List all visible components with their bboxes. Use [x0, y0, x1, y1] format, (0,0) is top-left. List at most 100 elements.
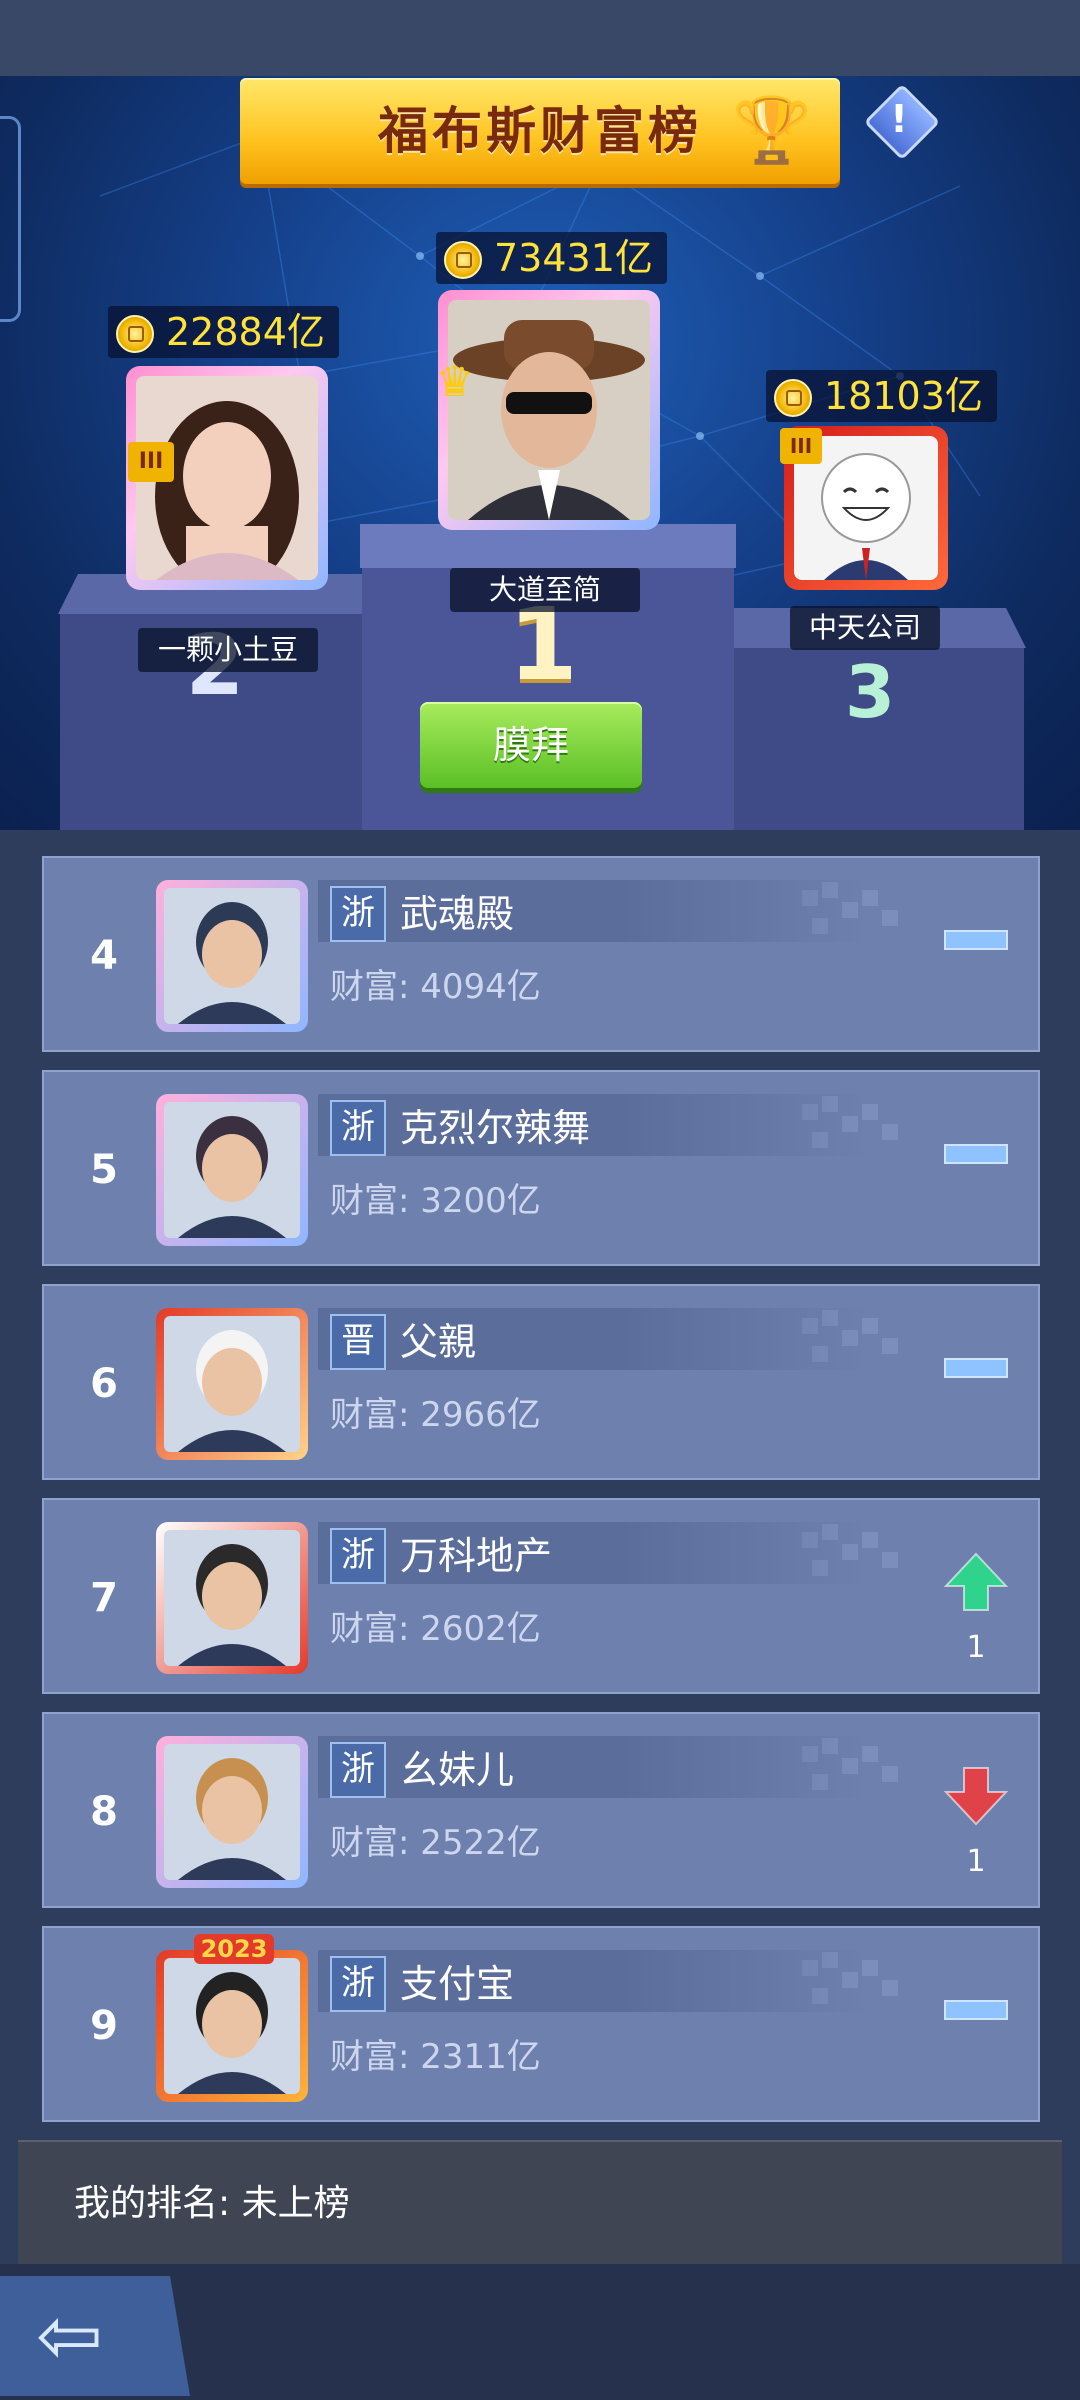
rank-number: 9: [90, 2003, 118, 2049]
leaderboard-row[interactable]: 6 晋 父親 财富: 2966亿: [42, 1284, 1040, 1480]
coin-icon: [774, 379, 812, 417]
avatar-image: [164, 1530, 300, 1666]
player-wealth: 财富: 4094亿: [330, 962, 541, 1012]
wealth-value: 3200亿: [420, 1181, 541, 1221]
crown-icon: ♛: [436, 357, 474, 406]
podium-stage: 福布斯财富榜 🏆 ! 2 3 1 22884亿 III 一颗小土豆: [0, 76, 1080, 830]
info-button[interactable]: !: [863, 83, 941, 161]
province-badge: 晋: [330, 1314, 386, 1370]
player-avatar[interactable]: [156, 1094, 308, 1246]
wealth-label: 财富:: [330, 2037, 410, 2077]
player-avatar[interactable]: [156, 1736, 308, 1888]
player-name: 武魂殿: [400, 892, 515, 936]
rank-number: 5: [90, 1147, 118, 1193]
my-rank-text: 我的排名: 未上榜: [74, 2183, 350, 2224]
player-avatar[interactable]: [156, 880, 308, 1032]
podium-3-crown-badge: III: [780, 428, 822, 464]
back-arrow-icon: ⇦: [36, 2289, 104, 2382]
player-wealth: 财富: 2522亿: [330, 1818, 541, 1868]
side-tab[interactable]: [0, 116, 21, 322]
podium-2-name: 一颗小土豆: [138, 628, 318, 672]
player-name: 克烈尔辣舞: [400, 1106, 591, 1150]
podium-2-wealth: 22884亿: [166, 310, 325, 354]
player-wealth: 财富: 3200亿: [330, 1176, 541, 1226]
coin-icon: [116, 315, 154, 353]
player-wealth: 财富: 2966亿: [330, 1390, 541, 1440]
leaderboard-row[interactable]: 7 浙 万科地产 财富: 2602亿 1: [42, 1498, 1040, 1694]
back-button[interactable]: ⇦: [0, 2276, 190, 2396]
rank-up-arrow-icon: [944, 1552, 1008, 1611]
no-change-icon: [944, 930, 1008, 950]
province-badge: 浙: [330, 1742, 386, 1798]
rank-number: 8: [90, 1789, 118, 1835]
rank-trend: [944, 1928, 1014, 2124]
wealth-pill-2: 22884亿: [108, 306, 339, 358]
top-bar: [0, 0, 1080, 79]
wealth-label: 财富:: [330, 1609, 410, 1649]
wealth-value: 2522亿: [420, 1823, 541, 1863]
my-rank-bar: 我的排名: 未上榜: [18, 2140, 1062, 2266]
leaderboard-row[interactable]: 9 浙 支付宝 财富: 2311亿 2023: [42, 1926, 1040, 2122]
avatar-image: [164, 888, 300, 1024]
wealth-value: 4094亿: [420, 967, 541, 1007]
province-badge: 浙: [330, 1100, 386, 1156]
wealth-label: 财富:: [330, 1395, 410, 1435]
trophy-icon: 🏆: [732, 94, 812, 168]
wealth-label: 财富:: [330, 967, 410, 1007]
leaderboard-list: 4 浙 武魂殿 财富: 4094亿 5 浙 克烈尔辣舞 财富: 3200亿 6 …: [0, 830, 1080, 2140]
rank-number: 6: [90, 1361, 118, 1407]
podium-2-crown-badge: III: [128, 442, 174, 482]
player-name: 幺妹儿: [400, 1748, 515, 1792]
player-wealth: 财富: 2311亿: [330, 2032, 541, 2082]
rank-trend: 1: [944, 1714, 1014, 1910]
rank-trend: [944, 1072, 1014, 1268]
rank-down-arrow-icon: [944, 1767, 1008, 1826]
rank-change-count: 1: [966, 1630, 986, 1665]
player-avatar[interactable]: [156, 1950, 308, 2102]
province-badge: 浙: [330, 1528, 386, 1584]
avatar-image: [164, 1316, 300, 1452]
podium-3-rank: 3: [844, 650, 896, 734]
podium-3-name: 中天公司: [790, 606, 940, 650]
player-name: 万科地产: [400, 1534, 553, 1578]
player-name: 支付宝: [400, 1962, 515, 2006]
player-name: 父親: [400, 1320, 477, 1364]
title-banner: 福布斯财富榜 🏆: [240, 78, 840, 184]
province-badge: 浙: [330, 886, 386, 942]
leaderboard-row[interactable]: 8 浙 幺妹儿 财富: 2522亿 1: [42, 1712, 1040, 1908]
wealth-value: 2966亿: [420, 1395, 541, 1435]
player-avatar[interactable]: [156, 1522, 308, 1674]
wealth-label: 财富:: [330, 1181, 410, 1221]
wealth-pill-3: 18103亿: [766, 370, 997, 422]
avatar-image: [448, 300, 650, 520]
bottom-bar: ⇦: [0, 2264, 1080, 2400]
info-icon: !: [890, 97, 908, 141]
avatar-image: [164, 1958, 300, 2094]
rank-trend: 1: [944, 1500, 1014, 1696]
rank-change-count: 1: [966, 1844, 986, 1879]
podium-1-top: [360, 524, 736, 568]
wealth-value: 2602亿: [420, 1609, 541, 1649]
province-badge: 浙: [330, 1956, 386, 2012]
podium-1-wealth: 73431亿: [494, 236, 653, 280]
player-avatar[interactable]: [156, 1308, 308, 1460]
avatar-image: [164, 1102, 300, 1238]
wealth-label: 财富:: [330, 1823, 410, 1863]
wealth-value: 2311亿: [420, 2037, 541, 2077]
no-change-icon: [944, 1358, 1008, 1378]
rank-number: 7: [90, 1575, 118, 1621]
worship-button[interactable]: 膜拜: [420, 702, 642, 788]
wealth-pill-1: 73431亿: [436, 232, 667, 284]
podium-1-name: 大道至简: [450, 568, 640, 612]
rank-trend: [944, 1286, 1014, 1482]
year-badge: 2023: [194, 1934, 274, 1964]
leaderboard-row[interactable]: 4 浙 武魂殿 财富: 4094亿: [42, 856, 1040, 1052]
podium-3-wealth: 18103亿: [824, 374, 983, 418]
podium-1-avatar[interactable]: [438, 290, 660, 530]
coin-icon: [444, 241, 482, 279]
leaderboard-row[interactable]: 5 浙 克烈尔辣舞 财富: 3200亿: [42, 1070, 1040, 1266]
avatar-image: [164, 1744, 300, 1880]
no-change-icon: [944, 1144, 1008, 1164]
rank-trend: [944, 858, 1014, 1054]
no-change-icon: [944, 2000, 1008, 2020]
